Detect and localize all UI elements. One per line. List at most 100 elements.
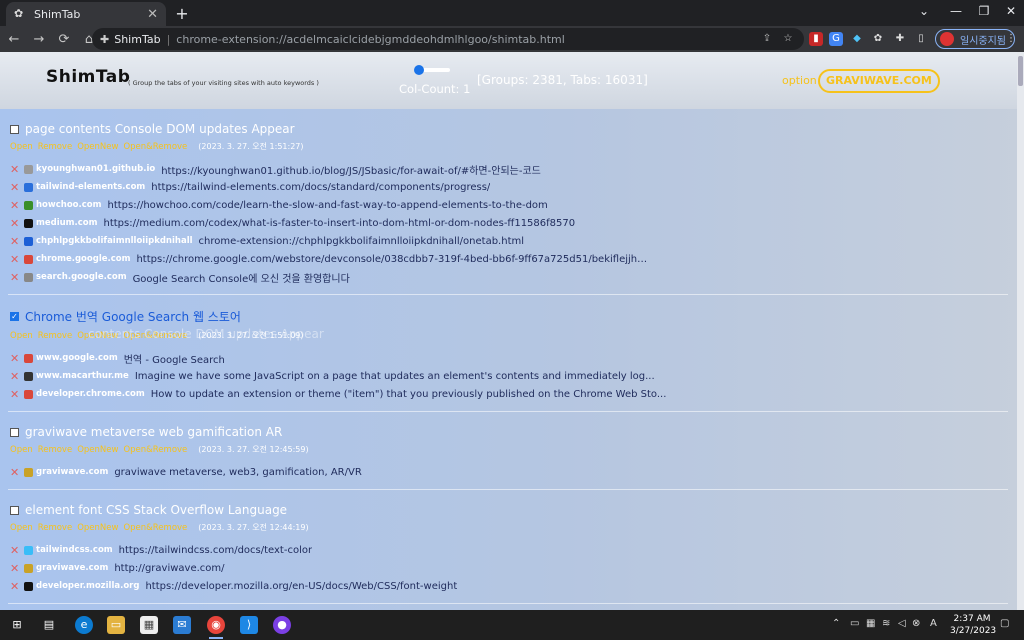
group-checkbox[interactable] [10,427,19,437]
forward-button[interactable]: → [28,32,50,47]
remove-tab-icon[interactable]: ✕ [10,199,22,212]
remove-tab-icon[interactable]: ✕ [10,181,22,194]
drop-app-icon[interactable]: ● [273,616,291,634]
new-tab-button[interactable]: + [172,4,192,23]
taskbar-clock[interactable]: 2:37 AM 3/27/2023 [950,613,996,637]
group-remove-button[interactable]: Remove [38,523,73,533]
tab-link[interactable]: graviwave metaverse, web3, gamification,… [114,467,361,478]
option-link[interactable]: option [782,74,817,87]
group-open-new-button[interactable]: OpenNew [77,445,118,455]
tab-link[interactable]: chrome-extension://chphlpgkkbolifaimnllo… [199,236,525,247]
group-title[interactable]: page contents Console DOM updates Appear [25,122,295,136]
address-separator: | [166,32,171,46]
extension-red-icon[interactable]: ▮ [809,32,823,46]
tab-link[interactable]: https://chrome.google.com/webstore/devco… [136,254,656,265]
group-checkbox[interactable]: ✓ [10,312,19,321]
remove-tab-icon[interactable]: ✕ [10,580,22,593]
group-open-button[interactable]: Open [10,142,33,152]
tab-link[interactable]: https://tailwindcss.com/docs/text-color [119,545,312,556]
language-icon[interactable]: A [930,618,937,629]
tab-link[interactable]: How to update an extension or theme ("it… [151,389,667,400]
col-count-slider[interactable] [414,65,450,75]
notification-icon[interactable]: ▢ [1000,618,1009,629]
remove-tab-icon[interactable]: ✕ [10,544,22,557]
group-open-remove-button[interactable]: Open&Remove [123,142,187,152]
group-open-button[interactable]: Open [10,523,33,533]
tab-search-icon[interactable]: ⌄ [912,4,936,18]
scrollbar-thumb[interactable] [1018,56,1023,86]
remove-tab-icon[interactable]: ✕ [10,370,22,383]
group-open-remove-button[interactable]: Open&Remove [123,523,187,533]
remove-tab-icon[interactable]: ✕ [10,352,22,365]
blocked-icon[interactable]: ⊗ [912,618,920,629]
close-window-button[interactable]: ✕ [999,4,1023,18]
volume-icon[interactable]: ◁ [898,618,906,629]
group-open-button[interactable]: Open [10,331,33,341]
profile-paused-button[interactable]: 일시중지됨 [935,29,1015,49]
group-remove-button[interactable]: Remove [38,142,73,152]
tray-device-icon[interactable]: ▭ [850,618,859,629]
group-checkbox[interactable] [10,124,19,134]
group-open-button[interactable]: Open [10,445,33,455]
group-open-remove-button[interactable]: Open&Remove [123,445,187,455]
group-open-new-button[interactable]: OpenNew [77,523,118,533]
reload-button[interactable]: ⟳ [53,32,75,47]
tab-link[interactable]: https://tailwind-elements.com/docs/stand… [151,182,490,193]
group-checkbox[interactable] [10,505,19,515]
extension-fox-icon[interactable]: ✿ [871,32,885,46]
group-open-new-button[interactable]: OpenNew [77,142,118,152]
task-view-icon[interactable]: ▤ [40,616,58,634]
translate-extension-icon[interactable]: G [829,32,843,46]
mail-icon[interactable]: ✉ [173,616,191,634]
tab-link[interactable]: 번역 - Google Search [124,351,225,366]
avatar [940,32,954,46]
remove-tab-icon[interactable]: ✕ [10,163,22,176]
group-title[interactable]: Chrome 번역 Google Search 웹 스토어 [25,308,241,325]
tab-link[interactable]: http://graviwave.com/ [114,563,224,574]
tab-link[interactable]: https://howchoo.com/code/learn-the-slow-… [107,200,547,211]
file-explorer-icon[interactable]: ▭ [107,616,125,634]
share-icon[interactable]: ⇪ [760,32,774,46]
address-bar[interactable]: ✚ ShimTab | chrome-extension://acdelmcai… [92,28,804,50]
remove-tab-icon[interactable]: ✕ [10,562,22,575]
group-title[interactable]: graviwave metaverse web gamification AR [25,425,282,439]
tab-link[interactable]: https://developer.mozilla.org/en-US/docs… [145,581,457,592]
tray-chevron-icon[interactable]: ⌃ [832,618,840,629]
minimize-button[interactable]: — [944,4,968,18]
remove-tab-icon[interactable]: ✕ [10,466,22,479]
page-scrollbar[interactable] [1017,52,1024,610]
store-icon[interactable]: ▦ [140,616,158,634]
group-remove-button[interactable]: Remove [38,331,73,341]
edge-icon[interactable]: e [75,616,93,634]
side-panel-icon[interactable]: ▯ [914,32,928,46]
bookmark-star-icon[interactable]: ☆ [781,32,795,46]
tab-link[interactable]: https://kyounghwan01.github.io/blog/JS/J… [161,162,541,177]
tab-link[interactable]: Google Search Console에 오신 것을 환영합니다 [133,270,350,285]
extension-diamond-icon[interactable]: ◆ [850,32,864,46]
tab-link[interactable]: Imagine we have some JavaScript on a pag… [135,371,655,382]
remove-tab-icon[interactable]: ✕ [10,253,22,266]
extensions-puzzle-icon[interactable]: ✚ [893,32,907,46]
wifi-icon[interactable]: ≋ [882,618,890,629]
site-favicon-icon [24,353,33,363]
slider-thumb[interactable] [414,65,424,75]
chrome-icon[interactable]: ◉ [207,616,225,639]
menu-kebab-icon[interactable]: ⋮ [1004,32,1018,46]
tab-host: medium.com [36,218,98,228]
restore-button[interactable]: ❐ [972,4,996,18]
graviwave-button[interactable]: GRAVIWAVE.COM [818,69,940,93]
tab-link[interactable]: https://medium.com/codex/what-is-faster-… [104,218,576,229]
group-remove-button[interactable]: Remove [38,445,73,455]
tray-app-icon[interactable]: ▦ [866,618,875,629]
remove-tab-icon[interactable]: ✕ [10,235,22,248]
vscode-icon[interactable]: ⟩ [240,616,258,634]
group-actions: Open Remove OpenNew Open&Remove (2023. 3. 27… [10,141,1008,152]
remove-tab-icon[interactable]: ✕ [10,217,22,230]
group-title[interactable]: element font CSS Stack Overflow Language [25,503,287,517]
windows-start-icon[interactable]: ⊞ [8,616,26,634]
remove-tab-icon[interactable]: ✕ [10,271,22,284]
browser-tab-shimtab[interactable]: ✿ ShimTab ✕ [6,2,166,26]
remove-tab-icon[interactable]: ✕ [10,388,22,401]
back-button[interactable]: ← [3,32,25,47]
close-tab-icon[interactable]: ✕ [147,7,158,22]
